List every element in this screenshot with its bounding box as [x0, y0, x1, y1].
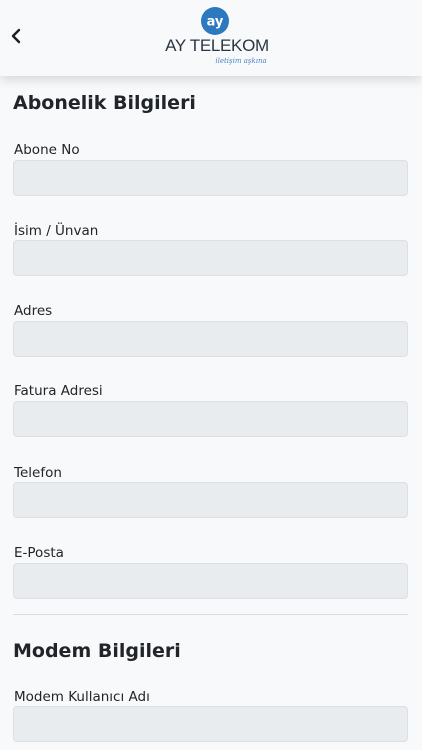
subscriber-no-input[interactable] — [13, 160, 408, 196]
address-input[interactable] — [13, 321, 408, 357]
subscriber-no-label: Abone No — [14, 142, 80, 158]
brand-logo: ay AY TELEKOM iletişim aşkına — [161, 4, 273, 70]
billing-address-label: Fatura Adresi — [14, 383, 103, 399]
section-divider — [13, 614, 408, 615]
logo-mark: ay — [207, 15, 224, 30]
phone-label: Telefon — [14, 465, 62, 481]
email-input[interactable] — [13, 563, 408, 599]
subscriber-section-title: Abonelik Bilgileri — [13, 92, 196, 114]
app-header: ay AY TELEKOM iletişim aşkına — [0, 0, 422, 76]
logo-badge-icon: ay — [201, 7, 229, 35]
name-label: İsim / Ünvan — [14, 223, 99, 239]
chevron-left-icon — [11, 28, 21, 44]
logo-name: AY TELEKOM — [165, 36, 269, 55]
logo-tagline: iletişim aşkına — [215, 57, 267, 65]
modem-username-label: Modem Kullanıcı Adı — [14, 689, 150, 705]
billing-address-input[interactable] — [13, 401, 408, 437]
phone-input[interactable] — [13, 482, 408, 518]
address-label: Adres — [14, 303, 53, 319]
modem-username-input[interactable] — [13, 706, 408, 742]
modem-section-title: Modem Bilgileri — [13, 640, 181, 662]
email-label: E-Posta — [14, 545, 64, 561]
name-input[interactable] — [13, 240, 408, 276]
back-button[interactable] — [4, 24, 28, 48]
